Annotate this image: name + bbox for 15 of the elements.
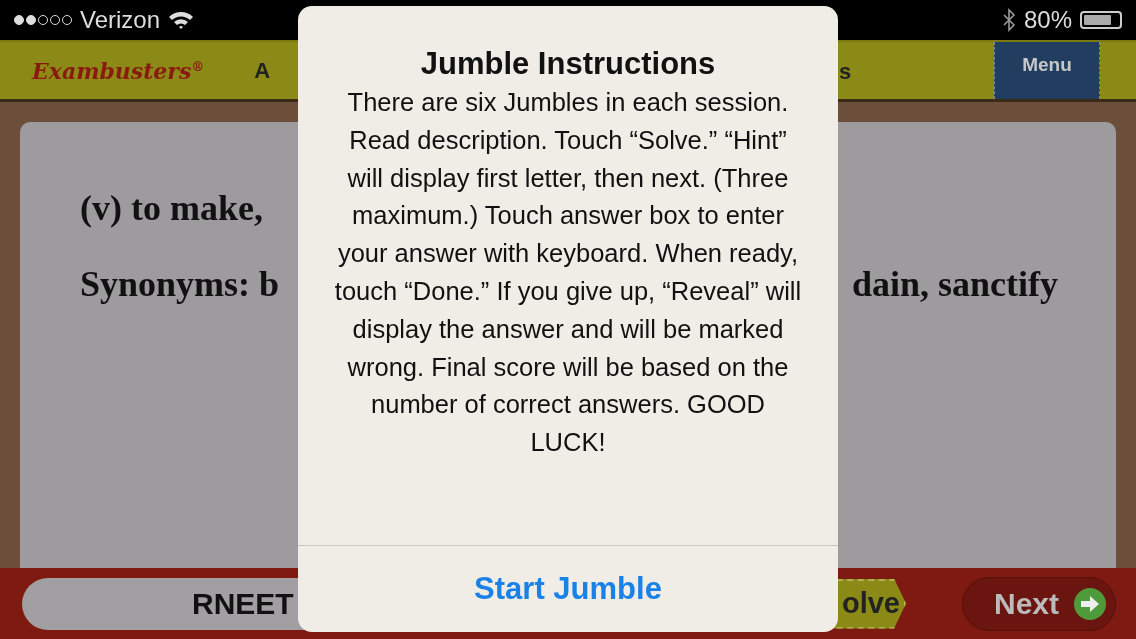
synonyms-text: dain, sanctify: [851, 263, 1058, 305]
menu-button[interactable]: Menu: [994, 42, 1100, 99]
next-button[interactable]: Next: [962, 576, 1116, 631]
bluetooth-icon: [1001, 8, 1016, 32]
header-title: s: [839, 59, 852, 85]
alert-title: Jumble Instructions: [419, 46, 717, 82]
battery-percent: 80%: [1023, 6, 1072, 34]
definition-text: (v) to make,: [80, 187, 263, 229]
alert-message: There are six Jumbles in each session. Read description. Touch “Solve.” “Hint” will display first letter, then next. (Three maximum.) Touch answer box to enter your answer with keyboard. When ready, touch “Done.” If you give up, “Reveal” will display the answer and will be marked wrong. Final score will be based on the number of correct answers. GOOD LUCK!: [333, 87, 803, 459]
header-title: A: [254, 57, 271, 84]
carrier-name: Verizon: [80, 6, 161, 34]
synonyms-text: Synonyms: b: [80, 263, 280, 305]
app-logo: Exambusters$^{®}$: [32, 57, 205, 84]
wifi-icon: [168, 10, 195, 30]
battery-icon: [1080, 11, 1122, 29]
